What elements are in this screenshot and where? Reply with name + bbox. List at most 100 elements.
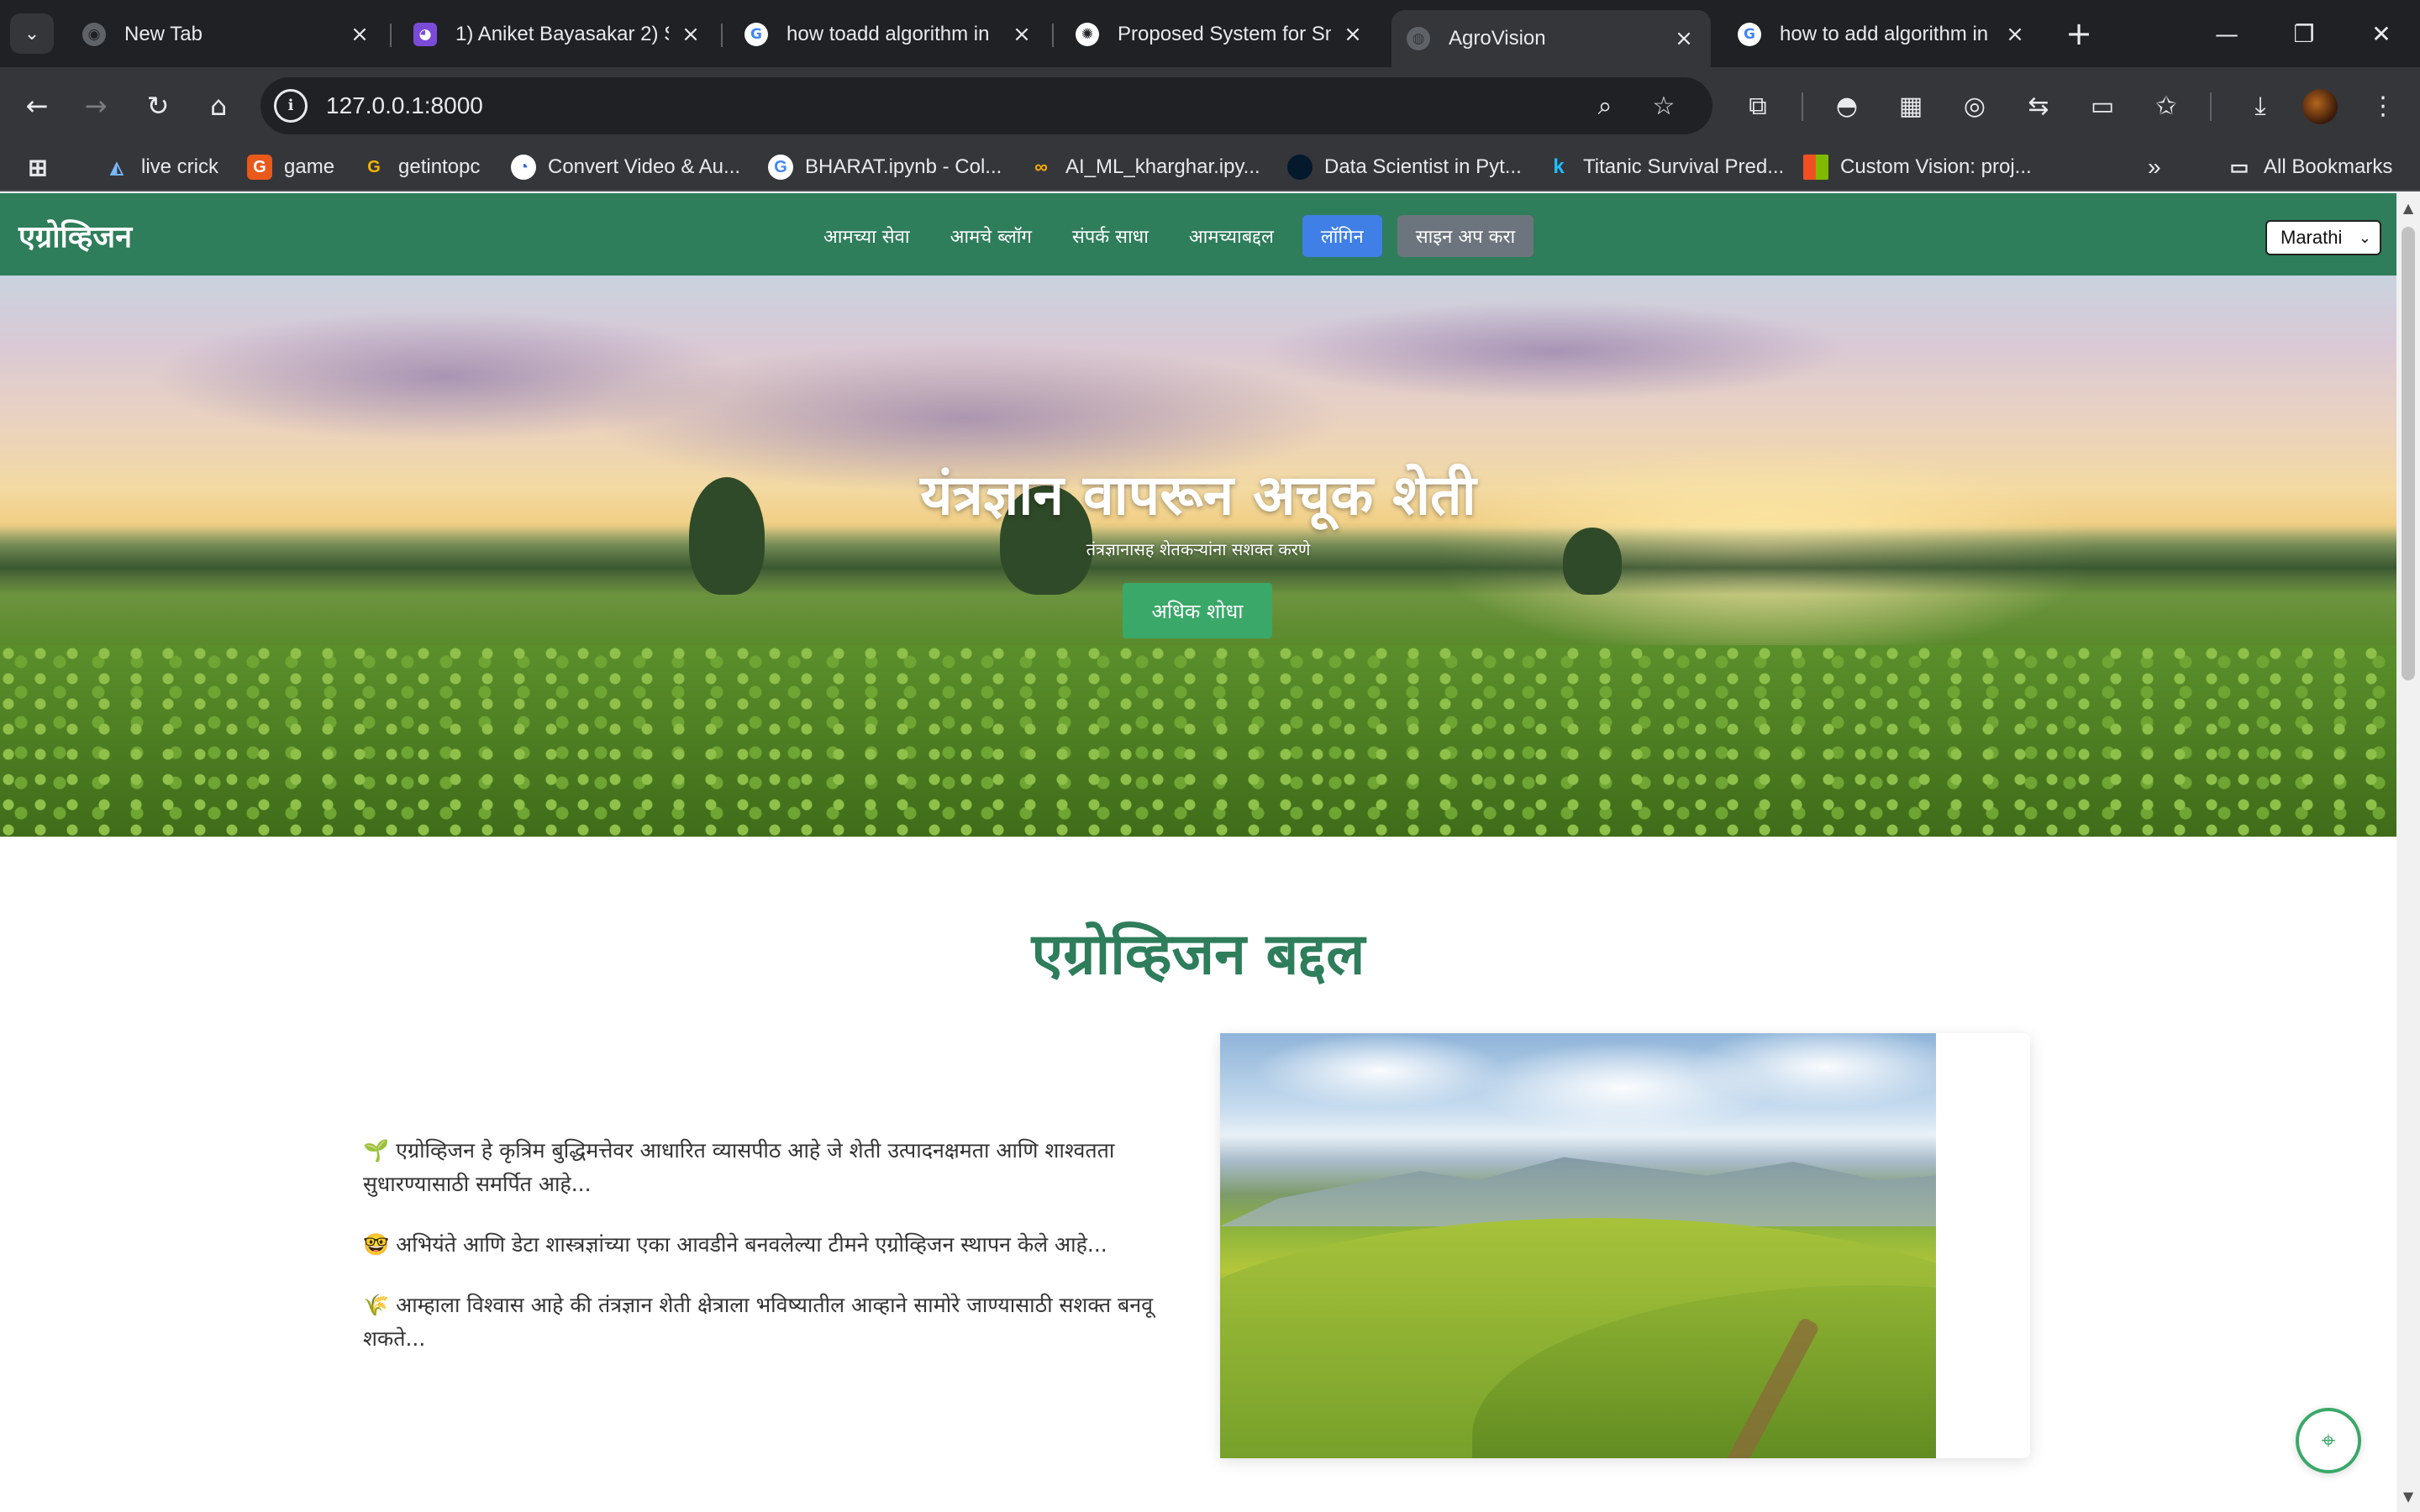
nav-services[interactable]: आमच्या सेवा — [823, 223, 910, 249]
page-viewport: एग्रोव्हिजन आमच्या सेवा आमचे ब्लॉग संपर्… — [0, 193, 2396, 1512]
bookmark-live-crick[interactable]: ◭ live crick — [104, 151, 218, 183]
minimize-icon[interactable]: — — [2202, 12, 2252, 55]
bookmark-data-scientist[interactable]: ● Data Scientist in Pyt... — [1287, 151, 1522, 183]
hero-banner: यंत्रज्ञान वापरून अचूक शेती तंत्रज्ञानास… — [0, 276, 2396, 837]
site-brand[interactable]: एग्रोव्हिजन — [18, 215, 132, 256]
nav-contact[interactable]: संपर्क साधा — [1072, 223, 1149, 249]
toolbar-divider — [1802, 92, 1803, 121]
site-info-icon[interactable]: i — [274, 89, 308, 123]
incognito-icon[interactable]: ◓ — [1828, 87, 1865, 124]
hero-crop-field — [0, 645, 2396, 837]
zoom-icon[interactable]: ⌕ — [1588, 89, 1622, 123]
seedling-icon: 🌱 — [363, 1138, 390, 1163]
hero-cloud — [1260, 301, 1849, 402]
bookmark-custom-vision[interactable]: Custom Vision: proj... — [1803, 151, 2032, 183]
qr-code-icon[interactable]: ▦ — [1892, 87, 1929, 124]
bookmark-bharat-ipynb[interactable]: G BHARAT.ipynb - Col... — [768, 151, 1002, 183]
chevron-down-icon: ⌄ — [24, 23, 40, 45]
about-paragraph-text: अभियंते आणि डेटा शास्त्रज्ञांच्या एका आव… — [396, 1232, 1107, 1257]
bookmarks-bar: ⊞ ◭ live crick Ggame Ggetintopc ◔ Convert … — [0, 143, 2420, 192]
g-favicon-icon: G — [367, 157, 381, 176]
tab-search-button[interactable]: ⌄ — [10, 13, 54, 54]
about-text: 🌱 एग्रोव्हिजन हे कृत्रिम बुद्धिमत्तेवर आध… — [363, 1134, 1156, 1383]
home-icon[interactable]: ⌂ — [198, 86, 239, 126]
extensions-icon[interactable]: ⧉ — [1739, 87, 1776, 124]
close-icon[interactable]: × — [1341, 22, 1365, 47]
site-navbar: एग्रोव्हिजन आमच्या सेवा आमचे ब्लॉग संपर्… — [0, 193, 2396, 276]
browser-toolbar: ← → ↻ ⌂ i 127.0.0.1:8000 ⌕ ☆ ⧉ ◓ ▦ ◎ ⇆ ▭… — [0, 67, 2420, 143]
bookmark-getintopc[interactable]: Ggetintopc — [361, 151, 480, 183]
bookmark-label: getintopc — [398, 155, 481, 178]
cast-icon[interactable]: ▭ — [2084, 87, 2121, 124]
all-bookmarks-folder[interactable]: ▭ All Bookmarks — [2227, 151, 2393, 183]
close-window-icon[interactable]: ✕ — [2356, 12, 2407, 55]
apps-grid-icon[interactable]: ⊞ — [25, 151, 62, 183]
profile-avatar[interactable] — [2302, 89, 2338, 124]
tab-google-search-1[interactable]: G how toadd algorithm in × — [729, 10, 1049, 59]
tab-new-tab[interactable]: ◉ New Tab × — [67, 10, 387, 59]
restore-icon[interactable]: ❐ — [2279, 12, 2329, 55]
tab-aniket[interactable]: ◕ 1) Aniket Bayasakar 2) S × — [398, 10, 718, 59]
tab-google-search-2[interactable]: G how to add algorithm in × — [1723, 10, 2042, 59]
bookmark-convert-video[interactable]: ◔ Convert Video & Au... — [511, 151, 740, 183]
close-icon[interactable]: × — [1010, 22, 1034, 47]
bookmark-label: Data Scientist in Pyt... — [1324, 155, 1522, 178]
toolbar-divider — [2210, 92, 2212, 121]
scroll-up-arrow-icon[interactable]: ▲ — [2396, 200, 2420, 217]
nav-links: आमच्या सेवा आमचे ब्लॉग संपर्क साधा आमच्य… — [823, 215, 1534, 257]
forward-arrow-icon[interactable]: → — [76, 86, 116, 126]
kaggle-favicon-icon: k — [1553, 155, 1565, 178]
url-text[interactable]: 127.0.0.1:8000 — [326, 92, 483, 119]
back-arrow-icon[interactable]: ← — [17, 86, 57, 126]
tab-title: how toadd algorithm in — [786, 23, 990, 45]
address-bar[interactable]: i 127.0.0.1:8000 ⌕ ☆ — [260, 77, 1712, 134]
folder-icon: ▭ — [2229, 155, 2249, 179]
tab-divider — [721, 24, 723, 47]
chatbot-button[interactable]: ⌖ — [2296, 1408, 2361, 1473]
tab-title: 1) Aniket Bayasakar 2) S — [455, 23, 669, 45]
openai-favicon-icon: ✺ — [1076, 23, 1099, 46]
bookmark-game[interactable]: Ggame — [247, 151, 334, 183]
language-select[interactable]: Marathi ⌄ — [2265, 220, 2381, 255]
menu-kebab-icon[interactable]: ⋮ — [2365, 87, 2402, 124]
login-button[interactable]: लॉगिन — [1302, 215, 1382, 257]
about-paragraph: 🌾 आम्हाला विश्वास आहे की तंत्रज्ञान शेती … — [363, 1289, 1156, 1356]
tab-strip: ⌄ ◉ New Tab × ◕ 1) Aniket Bayasakar 2) S… — [0, 0, 2420, 67]
download-icon[interactable]: ⤓ — [2242, 87, 2279, 124]
more-bookmarks-chevron-icon[interactable]: » — [2148, 151, 2161, 183]
chevron-down-icon: ⌄ — [2358, 228, 2371, 246]
google-favicon-icon: G — [744, 23, 768, 46]
close-icon[interactable]: × — [679, 22, 702, 47]
new-tab-plus-icon[interactable]: + — [2060, 15, 2097, 52]
page-scrollbar[interactable]: ▲ ▼ — [2396, 193, 2420, 1512]
about-paragraph: 🌱 एग्रोव्हिजन हे कृत्रिम बुद्धिमत्तेवर आध… — [363, 1134, 1156, 1201]
all-bookmarks-label: All Bookmarks — [2264, 155, 2393, 178]
lens-icon[interactable]: ◎ — [1956, 87, 1993, 124]
close-icon[interactable]: × — [348, 22, 371, 47]
reload-icon[interactable]: ↻ — [138, 86, 178, 126]
scroll-thumb[interactable] — [2402, 227, 2415, 680]
google-favicon-icon: G — [768, 155, 793, 180]
tab-proposed-system[interactable]: ✺ Proposed System for Sm × — [1060, 10, 1380, 59]
bookmark-star-icon[interactable]: ☆ — [1647, 89, 1681, 123]
bookmark-label: BHARAT.ipynb - Col... — [805, 155, 1002, 178]
signup-button[interactable]: साइन अप करा — [1397, 215, 1534, 257]
scroll-down-arrow-icon[interactable]: ▼ — [2396, 1488, 2420, 1505]
google-favicon-icon: G — [1738, 23, 1761, 46]
close-icon[interactable]: × — [1672, 26, 1696, 51]
tab-title: AgroVision — [1449, 27, 1546, 50]
bookmark-titanic[interactable]: k Titanic Survival Pred... — [1546, 151, 1784, 183]
nav-blogs[interactable]: आमचे ब्लॉग — [950, 223, 1032, 249]
robot-icon: ⌖ — [2321, 1425, 2336, 1456]
bookmark-ai-ml-kharghar[interactable]: ∞ AI_ML_kharghar.ipy... — [1028, 151, 1260, 183]
explore-more-button[interactable]: अधिक शोधा — [1123, 583, 1272, 638]
globe-favicon-icon: ◍ — [1407, 27, 1430, 50]
translate-icon[interactable]: ⇆ — [2020, 87, 2057, 124]
favorites-icon[interactable]: ✩ — [2148, 87, 2185, 124]
gt-favicon-icon: G — [247, 155, 272, 180]
nav-about[interactable]: आमच्याबद्दल — [1189, 223, 1274, 249]
close-icon[interactable]: × — [2003, 22, 2027, 47]
cricket-favicon-icon: ◭ — [110, 158, 124, 177]
tab-agrovision[interactable]: ◍ AgroVision × — [1392, 10, 1711, 67]
about-paragraph: 🤓 अभियंते आणि डेटा शास्त्रज्ञांच्या एका आ… — [363, 1228, 1156, 1262]
